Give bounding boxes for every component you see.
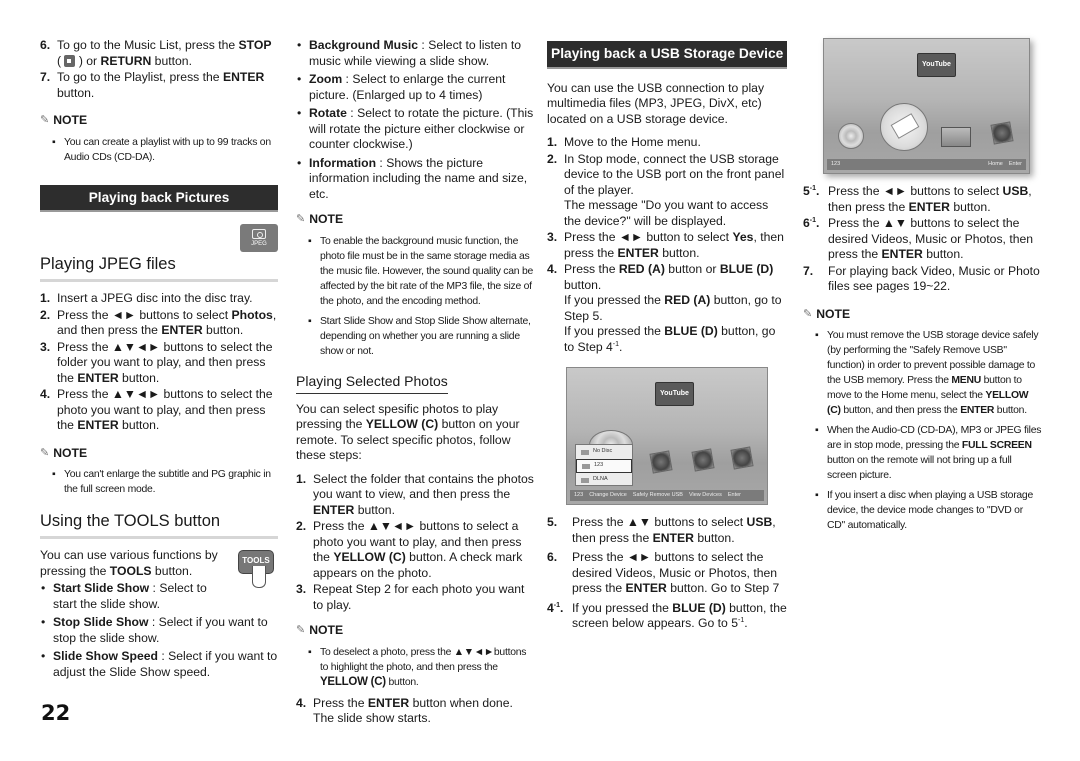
tools-item: • Rotate : Select to rotate the picture. …: [297, 106, 534, 151]
usb-step-6-1: 6-1. Press the ▲▼ buttons to select the …: [803, 216, 1034, 261]
note-heading: ✎ NOTE: [803, 306, 851, 321]
note-heading: ✎ NOTE: [296, 623, 344, 637]
note-heading: ✎ NOTE: [40, 113, 88, 127]
page-number: 22: [41, 701, 71, 725]
music-icon[interactable]: [691, 448, 715, 472]
usb-step-5: 5. Press the ▲▼ buttons to select USB, t…: [547, 515, 776, 545]
disc-icon: [581, 449, 589, 455]
selected-step-4: 4. Press the ENTER button when done. The…: [296, 695, 513, 726]
pencil-icon: ✎: [40, 114, 50, 126]
safely-remove-hint: Safely Remove USB: [632, 492, 683, 498]
jpeg-badge: JPEG: [240, 224, 278, 252]
section-title-playing-back-pictures: Playing back Pictures: [40, 184, 278, 212]
youtube-logo: YouTube: [917, 53, 956, 77]
enter-hint: Enter: [727, 492, 742, 498]
note-item: ▪ You can't enlarge the subtitle and PG g…: [52, 469, 271, 495]
usb-home-screenshot: YouTube 123 Home Enter: [823, 38, 1030, 174]
usb-step-6: 6. Press the ◄► buttons to select the de…: [547, 550, 780, 595]
note-list: ▪ You must remove the USB storage device …: [803, 328, 1043, 533]
photos-icon[interactable]: [990, 121, 1014, 145]
tools-section: TOOLS You can use various functions by p…: [40, 548, 278, 680]
usb-step-4-1: 4-1. If you pressed the BLUE (D) button,…: [547, 600, 787, 631]
column-3: Playing back a USB Storage Device You ca…: [547, 38, 787, 633]
selected-step-1: 1. Select the folder that contains the p…: [296, 471, 534, 517]
home-menu-screenshot: YouTube No Disc 123 DLNA 123 Change Devi…: [566, 367, 768, 505]
note-item: ▪ Start Slide Show and Stop Slide Show al…: [308, 315, 531, 357]
tools-item: • Zoom : Select to enlarge the current pi…: [297, 72, 506, 102]
view-devices-hint: View Devices: [688, 492, 722, 498]
usb-step-2: 2. In Stop mode, connect the USB storage…: [547, 151, 785, 228]
note-heading: ✎ NOTE: [296, 212, 344, 226]
home-hint: Home: [988, 161, 1003, 167]
selected-step-2: 2. Press the ▲▼◄► buttons to select a ph…: [296, 519, 523, 580]
usb-step-5-1: 5-1. Press the ◄► buttons to select USB,…: [803, 184, 1032, 214]
screen-bottom-bar: 123 Home Enter: [827, 159, 1026, 170]
note-list: ▪ To deselect a photo, press the ▲▼◄►butt…: [296, 645, 534, 690]
heading-playing-selected-photos: Playing Selected Photos: [296, 372, 448, 394]
device-menu: No Disc 123 DLNA: [575, 444, 633, 486]
jpeg-step-2: 2. Press the ◄► buttons to select Photos…: [40, 307, 277, 338]
usb-step-7: 7. For playing back Video, Music or Phot…: [803, 263, 1040, 294]
note-item: ▪ You must remove the USB storage device …: [815, 330, 1039, 416]
column-4: YouTube 123 Home Enter 5-1. Press the ◄►…: [803, 38, 1043, 538]
selected-intro: You can select spesific photos to play p…: [296, 401, 520, 463]
note-item: ▪ To enable the background music function…: [308, 235, 534, 307]
note-item: ▪ You can create a playlist with up to 99…: [52, 136, 271, 163]
note-heading: ✎ NOTE: [40, 445, 88, 460]
heading-playing-jpeg-files: Playing JPEG files: [40, 254, 278, 282]
dlna-icon: [581, 477, 589, 483]
tools-button-illustration: TOOLS: [238, 550, 278, 598]
youtube-logo: YouTube: [655, 382, 694, 406]
tools-item: • Background Music : Select to listen to …: [297, 38, 522, 68]
hand-icon: [252, 566, 266, 588]
device-item-dlna[interactable]: DLNA: [576, 473, 632, 487]
note-item: ▪ If you insert a disc when playing a USB…: [815, 490, 1033, 531]
pencil-icon: ✎: [296, 213, 306, 225]
tools-item: • Information : Shows the picture informa…: [297, 155, 528, 201]
enter-hint: Enter: [1008, 161, 1022, 167]
screen-bottom-bar: 123 Change Device Safely Remove USB View…: [570, 490, 764, 501]
section-title-usb: Playing back a USB Storage Device: [547, 41, 787, 69]
note-list: ▪ You can create a playlist with up to 99…: [40, 135, 278, 165]
pencil-icon: ✎: [803, 307, 813, 320]
selected-step-3: 3. Repeat Step 2 for each photo you want…: [296, 582, 525, 612]
tools-item: • Stop Slide Show : Select if you want to…: [41, 615, 268, 645]
usb-step-3: 3. Press the ◄► button to select Yes, th…: [547, 230, 784, 260]
device-item-usb[interactable]: 123: [576, 459, 632, 473]
device-item-no-disc[interactable]: No Disc: [576, 445, 632, 459]
jpeg-step-3: 3. Press the ▲▼◄► buttons to select the …: [40, 339, 273, 385]
note-list: ▪ To enable the background music function…: [296, 234, 534, 359]
usb-device-icon[interactable]: [880, 103, 928, 151]
jpeg-step-4: 4. Press the ▲▼◄► buttons to select the …: [40, 387, 273, 432]
usb-step-1: 1. Move to the Home menu.: [547, 135, 701, 149]
step-6: 6. To go to the Music List, press the ST…: [40, 38, 272, 68]
usb-icon: [582, 463, 590, 469]
camera-icon: [252, 228, 266, 239]
usb-intro: You can use the USB connection to play m…: [547, 80, 765, 126]
jpeg-step-1: 1. Insert a JPEG disc into the disc tray…: [40, 291, 253, 305]
change-device-hint: Change Device: [589, 492, 627, 498]
column-2: • Background Music : Select to listen to …: [296, 38, 534, 728]
tools-item: • Slide Show Speed : Select if you want t…: [41, 649, 278, 679]
note-item: ▪ When the Audio-CD (CD-DA), MP3 or JPEG …: [815, 425, 1042, 481]
stop-icon: [64, 54, 76, 67]
photos-icon[interactable]: [730, 446, 754, 470]
note-list: ▪ You can't enlarge the subtitle and PG g…: [40, 467, 278, 497]
usb-step-4: 4. Press the RED (A) button or BLUE (D) …: [547, 262, 782, 354]
column-1: 6. To go to the Music List, press the ST…: [40, 38, 278, 683]
pencil-icon: ✎: [40, 446, 50, 459]
pencil-icon: ✎: [296, 624, 306, 636]
step-7: 7. To go to the Playlist, press the ENTE…: [40, 70, 265, 100]
note-item: ▪ To deselect a photo, press the ▲▼◄►butt…: [308, 646, 527, 688]
videos-icon[interactable]: [649, 450, 673, 474]
folder-icon[interactable]: [941, 127, 971, 147]
disc-icon[interactable]: [838, 123, 864, 149]
heading-using-tools-button: Using the TOOLS button: [40, 511, 278, 539]
